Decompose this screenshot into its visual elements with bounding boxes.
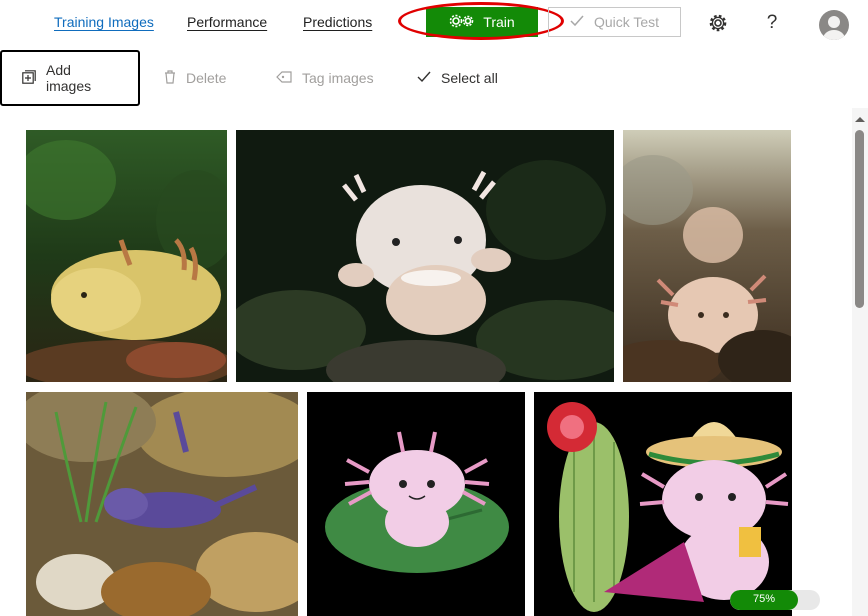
progress-label: 75% (752, 593, 776, 605)
settings-gear-icon[interactable] (707, 12, 729, 34)
add-image-icon (22, 69, 36, 87)
image-toolbar: Add images Delete Tag images Select all (0, 50, 868, 108)
tag-images-label: Tag images (302, 70, 374, 86)
image-tile-white-axolotl[interactable] (236, 130, 614, 382)
add-images-label: Add images (46, 62, 92, 94)
tag-images-button[interactable]: Tag images (276, 50, 374, 106)
tab-training-images[interactable]: Training Images (54, 14, 154, 30)
quick-test-label: Quick Test (593, 14, 660, 30)
tab-predictions[interactable]: Predictions (303, 14, 372, 30)
upload-progress-bar: 75% (730, 590, 820, 610)
image-tile-cartoon-lilypad-axolotl[interactable] (307, 392, 525, 616)
tab-performance[interactable]: Performance (187, 14, 267, 30)
delete-button[interactable]: Delete (164, 50, 226, 106)
scrollbar-thumb[interactable] (855, 130, 864, 308)
train-button-label: Train (483, 14, 515, 30)
scroll-up-arrow-icon[interactable] (852, 114, 868, 124)
delete-label: Delete (186, 70, 227, 86)
gears-icon (449, 13, 475, 32)
help-icon[interactable]: ? (761, 12, 783, 34)
train-button[interactable]: Train (426, 7, 538, 37)
image-tile-cartoon-sombrero-axolotl[interactable] (534, 392, 792, 616)
tag-icon (276, 70, 292, 87)
avatar[interactable] (819, 10, 849, 40)
select-all-button[interactable]: Select all (417, 50, 498, 106)
checkmark-icon (570, 14, 584, 30)
select-all-label: Select all (441, 70, 498, 86)
image-tile-pink-axolotl[interactable] (623, 130, 791, 382)
image-tile-purple-axolotl[interactable] (26, 392, 298, 616)
image-tile-golden-axolotl[interactable] (26, 130, 227, 382)
quick-test-button[interactable]: Quick Test (548, 7, 681, 37)
add-images-button[interactable]: Add images (0, 50, 140, 106)
checkmark-icon (417, 70, 431, 86)
trash-icon (164, 69, 176, 87)
top-navigation-bar: Training Images Performance Predictions … (0, 0, 868, 48)
